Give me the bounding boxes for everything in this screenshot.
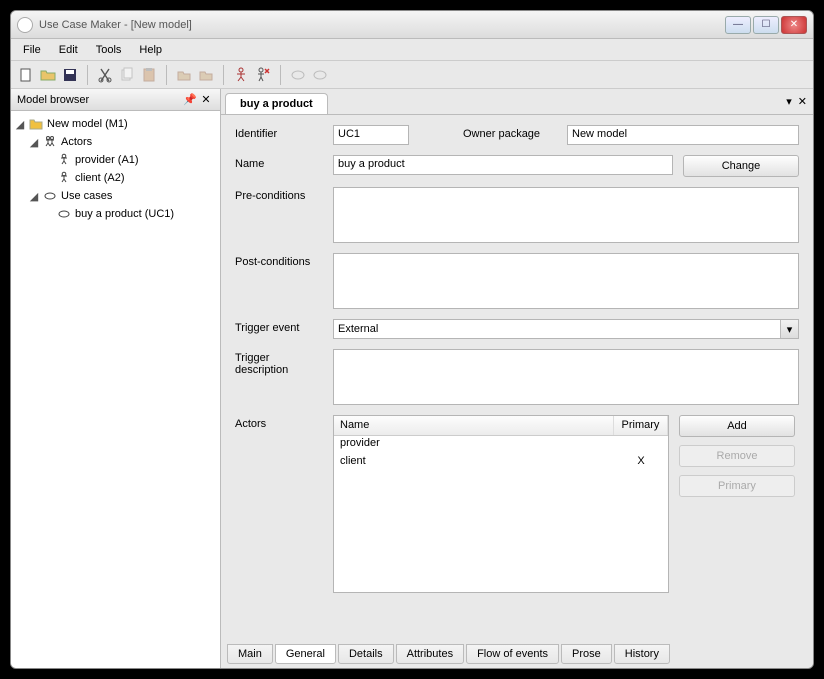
grid-header-primary[interactable]: Primary [614,416,668,435]
owner-package-field[interactable]: New model [567,125,799,145]
dropdown-icon[interactable]: ▾ [780,320,798,338]
change-button[interactable]: Change [683,155,799,177]
add-button[interactable]: Add [679,415,795,437]
label-preconditions: Pre-conditions [235,187,323,202]
actor-icon [57,153,71,167]
grid-header-name[interactable]: Name [334,416,614,435]
copy-icon[interactable] [118,66,136,84]
model-browser-tree[interactable]: ◢ New model (M1) ◢ Actors provider (A1) … [11,111,220,668]
tab-flow[interactable]: Flow of events [466,644,559,664]
usecase2-icon[interactable] [311,66,329,84]
tab-prose[interactable]: Prose [561,644,612,664]
tab-close-icon[interactable]: ✕ [798,95,807,108]
usecase-icon [57,207,71,221]
toolbar [11,61,813,89]
actor-icon [57,171,71,185]
actor-icon[interactable] [232,66,250,84]
tab-history[interactable]: History [614,644,670,664]
actors-icon [43,135,57,149]
menu-tools[interactable]: Tools [90,42,128,58]
label-trigger-event: Trigger event [235,319,323,334]
usecase-icon[interactable] [289,66,307,84]
actors-grid[interactable]: Name Primary provider client X [333,415,669,593]
menu-file[interactable]: File [17,42,47,58]
remove-button: Remove [679,445,795,467]
minimize-button[interactable]: — [725,16,751,34]
primary-button: Primary [679,475,795,497]
close-button[interactable]: ✕ [781,16,807,34]
app-icon [17,17,33,33]
pin-icon[interactable]: 📌 [182,92,198,108]
grid-cell-primary[interactable]: X [614,454,668,472]
preconditions-textarea[interactable] [333,187,799,243]
open-icon[interactable] [39,66,57,84]
tree-expander[interactable]: ◢ [29,190,39,203]
grid-cell-name[interactable]: client [334,454,614,472]
grid-cell-name[interactable]: provider [334,436,614,454]
label-actors: Actors [235,415,323,430]
tab-details[interactable]: Details [338,644,394,664]
window-title: Use Case Maker - [New model] [39,19,725,31]
tree-node-actor-client[interactable]: client (A2) [75,172,125,184]
folder-icon [29,117,43,131]
trigger-description-textarea[interactable] [333,349,799,405]
tab-main[interactable]: Main [227,644,273,664]
menu-edit[interactable]: Edit [53,42,84,58]
usecase-icon [43,189,57,203]
tree-node-model[interactable]: New model (M1) [47,118,128,130]
label-postconditions: Post-conditions [235,253,323,268]
trigger-event-select[interactable]: External ▾ [333,319,799,339]
tree-node-actors[interactable]: Actors [61,136,92,148]
menu-bar: File Edit Tools Help [11,39,813,61]
tab-dropdown-icon[interactable]: ▾ [786,95,792,108]
tab-general[interactable]: General [275,644,336,664]
tree-expander[interactable]: ◢ [15,118,25,131]
label-owner-package: Owner package [463,125,557,140]
delete-actor-icon[interactable] [254,66,272,84]
menu-help[interactable]: Help [133,42,168,58]
maximize-button[interactable]: ☐ [753,16,779,34]
sidebar-title: Model browser [17,94,182,106]
paste-icon[interactable] [140,66,158,84]
cut-icon[interactable] [96,66,114,84]
sidebar-close-icon[interactable]: ✕ [198,92,214,108]
tree-node-uc1[interactable]: buy a product (UC1) [75,208,174,220]
tree-expander[interactable]: ◢ [29,136,39,149]
bottom-tabs: Main General Details Attributes Flow of … [221,642,813,668]
main-tab[interactable]: buy a product [225,93,328,114]
tab-attributes[interactable]: Attributes [396,644,464,664]
name-field[interactable]: buy a product [333,155,673,175]
label-trigger-description: Trigger description [235,349,323,376]
grid-cell-primary[interactable] [614,436,668,454]
identifier-field[interactable]: UC1 [333,125,409,145]
package2-icon[interactable] [197,66,215,84]
package-icon[interactable] [175,66,193,84]
postconditions-textarea[interactable] [333,253,799,309]
trigger-event-value: External [338,323,378,335]
tree-node-usecases[interactable]: Use cases [61,190,112,202]
label-name: Name [235,155,323,170]
new-icon[interactable] [17,66,35,84]
label-identifier: Identifier [235,125,323,140]
tree-node-actor-provider[interactable]: provider (A1) [75,154,139,166]
save-icon[interactable] [61,66,79,84]
